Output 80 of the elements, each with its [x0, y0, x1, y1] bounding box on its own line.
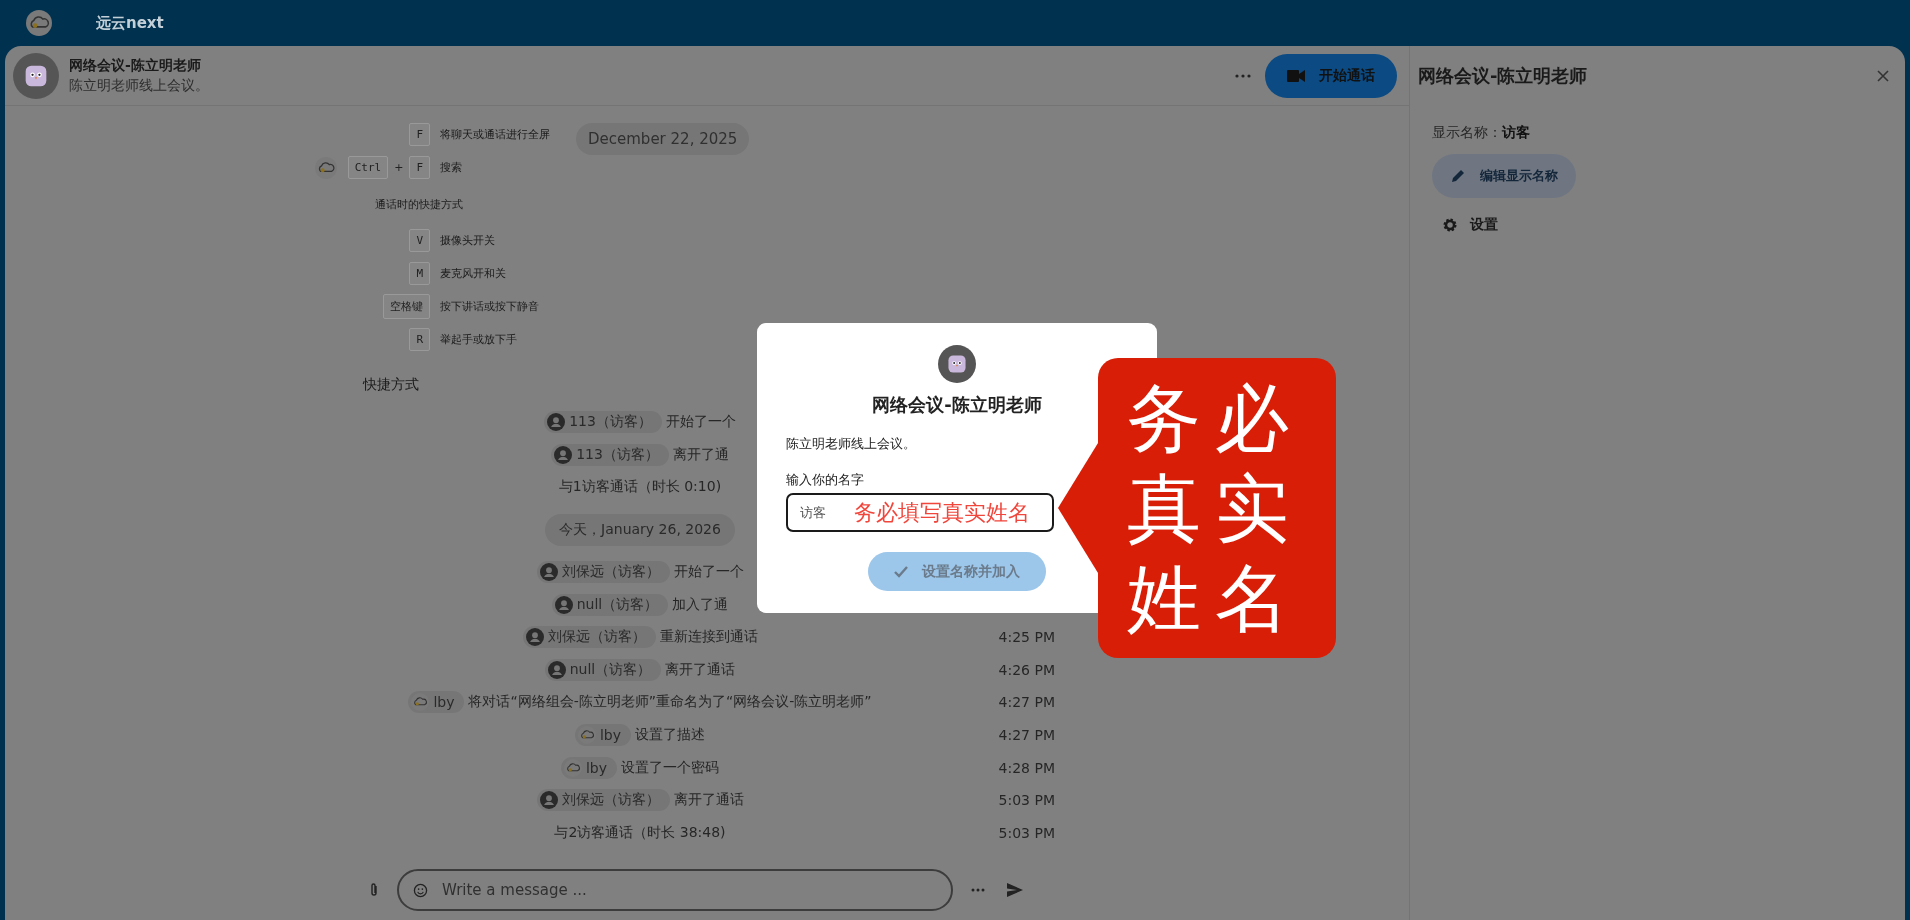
message-time: 5:03 PM: [997, 792, 1055, 809]
message-text: 离开了通话: [665, 660, 736, 679]
message-time: 4:25 PM: [997, 629, 1055, 646]
user-chip[interactable]: lby: [574, 724, 632, 747]
message-text: 设置了描述: [635, 726, 706, 745]
key-joiner: +: [394, 161, 404, 174]
sender-avatar-icon: [315, 156, 337, 179]
message-text: 重新连接到通话: [659, 628, 758, 647]
conversation-avatar: [938, 345, 976, 383]
user-chip[interactable]: lby: [560, 756, 618, 779]
message-text: 加入了通: [672, 595, 729, 614]
conversation-title: 网络会议-陈立明老师: [69, 56, 202, 75]
sidebar-title: 网络会议-陈立明老师: [1418, 64, 1588, 88]
message-time: 4:26 PM: [997, 661, 1055, 678]
settings-icon: [1442, 217, 1458, 233]
message-time: 5:03 PM: [997, 824, 1055, 841]
person-icon: [539, 791, 558, 810]
keyboard-key: V: [409, 229, 430, 252]
settings-button[interactable]: 设置: [1432, 212, 1508, 238]
user-chip[interactable]: 113（访客）: [551, 443, 669, 466]
person-icon: [554, 595, 573, 614]
conversation-description: 陈立明老师线上会议。: [69, 76, 210, 95]
user-chip[interactable]: 刘保远（访客）: [536, 789, 670, 812]
call-summary: 与2访客通话（时长 38:48): [554, 823, 726, 842]
shortcut-description: 麦克风开和关: [440, 266, 506, 281]
dialog-description: 陈立明老师线上会议。: [786, 435, 917, 453]
annotation-text: 务必真实姓名: [1127, 373, 1304, 644]
keyboard-key: R: [409, 328, 430, 351]
person-icon: [547, 660, 566, 679]
video-camera-icon: [1287, 68, 1305, 83]
keyboard-key: Ctrl: [347, 156, 389, 179]
message-time: 4:27 PM: [997, 694, 1055, 711]
dialog-title: 网络会议-陈立明老师: [872, 393, 1042, 417]
message-input[interactable]: Write a message ...: [397, 869, 953, 911]
person-icon: [547, 413, 566, 432]
user-chip[interactable]: null（访客）: [544, 658, 662, 681]
shortcut-description: 将聊天或通话进行全屏: [440, 127, 550, 142]
keyboard-key: F: [409, 156, 430, 179]
message-text: 离开了通: [672, 445, 729, 464]
message-text: 离开了通话: [673, 791, 744, 810]
date-separator: 今天，January 26, 2026: [545, 513, 735, 546]
name-text-input[interactable]: 访客: [798, 504, 834, 522]
image-caption: 快捷方式: [363, 376, 419, 394]
shortcut-description: 按下讲话或按下静音: [440, 299, 539, 314]
edit-display-name-button[interactable]: 编辑显示名称: [1432, 154, 1576, 198]
keyboard-key: 空格键: [383, 294, 430, 319]
message-time: 4:28 PM: [997, 759, 1055, 776]
user-chip[interactable]: 刘保远（访客）: [522, 626, 656, 649]
keyboard-key: M: [409, 262, 430, 285]
date-separator: December 22, 2025: [576, 123, 750, 155]
name-input-field[interactable]: 访客 务必填写真实姓名: [786, 493, 1054, 533]
user-chip[interactable]: 113（访客）: [544, 411, 662, 434]
message-text: 将对话“网络组会-陈立明老师”重命名为了“网络会议-陈立明老师”: [468, 693, 872, 712]
annotation-hint: 务必填写真实姓名: [854, 498, 1030, 527]
display-name-text: 显示名称：访客: [1431, 124, 1531, 142]
message-text: 开始了一个: [673, 563, 744, 582]
message-time: 4:27 PM: [997, 727, 1055, 744]
person-icon: [525, 628, 544, 647]
keyboard-key: F: [409, 123, 430, 146]
shortcut-description: 摄像头开关: [440, 233, 495, 248]
start-call-button[interactable]: 开始通话: [1265, 53, 1397, 98]
conversation-avatar: [13, 52, 59, 99]
shortcut-heading: 通话时的快捷方式: [375, 196, 463, 212]
shortcut-description: 举起手或放下手: [440, 332, 517, 347]
user-chip[interactable]: null（访客）: [551, 593, 669, 616]
message-text-input[interactable]: Write a message ...: [440, 880, 937, 900]
message-text: 设置了一个密码: [621, 758, 720, 777]
check-icon: [894, 565, 908, 578]
person-icon: [554, 445, 573, 464]
pencil-icon: [1450, 168, 1466, 184]
user-chip[interactable]: 刘保远（访客）: [536, 561, 670, 584]
call-summary: 与1访客通话（时长 0:10): [558, 478, 722, 497]
user-chip[interactable]: lby: [408, 691, 465, 714]
emoji-icon[interactable]: [413, 882, 428, 898]
person-icon: [539, 563, 558, 582]
app-logo-icon: [26, 10, 52, 36]
message-text: 开始了一个: [665, 413, 736, 432]
shortcut-description: 搜索: [440, 160, 462, 175]
app-name: 远云next: [96, 13, 164, 33]
field-label: 输入你的名字: [786, 471, 865, 489]
